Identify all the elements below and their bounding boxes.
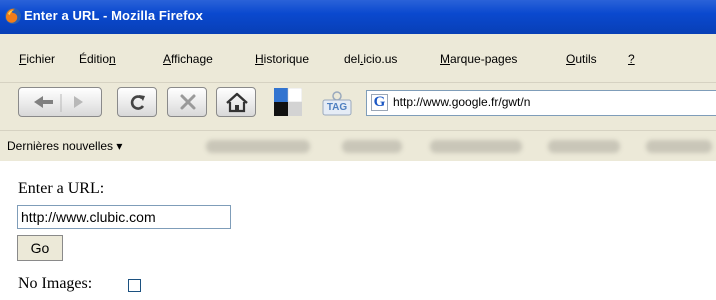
google-favicon: G: [371, 94, 388, 111]
stop-icon: [180, 94, 196, 110]
back-forward-icon: [34, 94, 83, 112]
title-bar: Enter a URL - Mozilla Firefox: [0, 0, 716, 34]
delicious-icon[interactable]: [274, 88, 302, 116]
no-images-checkbox[interactable]: [128, 279, 141, 292]
menu-text: del: [344, 52, 361, 66]
menu-accel: n: [109, 52, 116, 66]
menu-outils[interactable]: Outils: [566, 52, 597, 66]
blurred-bookmark[interactable]: [342, 140, 402, 153]
blurred-bookmark[interactable]: [548, 140, 620, 153]
menu-affichage[interactable]: Affichage: [163, 52, 213, 66]
reload-icon: [130, 95, 145, 110]
blurred-bookmark[interactable]: [430, 140, 522, 153]
no-images-label: No Images:: [18, 275, 93, 292]
menu-bar: Fichier Édition Affichage Historique del…: [0, 34, 716, 82]
menu-accel: H: [255, 52, 264, 66]
tag-label: TAG: [326, 102, 348, 113]
blurred-bookmark[interactable]: [646, 140, 712, 153]
address-bar[interactable]: G http://www.google.fr/gwt/n: [366, 90, 716, 116]
favicon-letter: G: [373, 94, 386, 110]
menu-marque-pages[interactable]: Marque-pages: [440, 52, 517, 66]
menu-historique[interactable]: Historique: [255, 52, 309, 66]
menu-text: ffichage: [171, 52, 213, 66]
menu-accel: ?: [628, 52, 635, 66]
bookmarks-toolbar: Dernières nouvelles ▾: [0, 130, 716, 162]
go-button[interactable]: Go: [17, 235, 63, 261]
window-title: Enter a URL - Mozilla Firefox: [24, 8, 203, 23]
firefox-icon: [5, 8, 21, 24]
menu-accel: M: [440, 52, 450, 66]
menu-edition[interactable]: Édition: [79, 52, 116, 66]
url-label: Enter a URL:: [18, 180, 105, 197]
menu-fichier[interactable]: Fichier: [19, 52, 55, 66]
menu-text: utils: [575, 52, 597, 66]
navigation-toolbar: TAG G http://www.google.fr/gwt/n: [0, 82, 716, 131]
menu-text: ichier: [26, 52, 56, 66]
address-url: http://www.google.fr/gwt/n: [393, 95, 531, 109]
menu-help[interactable]: ?: [628, 52, 635, 66]
menu-text: arque-pages: [450, 52, 518, 66]
tag-button[interactable]: TAG: [320, 88, 354, 118]
menu-text: istorique: [263, 52, 310, 66]
menu-delicious[interactable]: del.icio.us: [344, 52, 397, 66]
menu-accel: A: [163, 52, 172, 66]
url-input[interactable]: [17, 205, 231, 229]
page-content: [0, 161, 716, 300]
bookmark-dernieres-nouvelles[interactable]: Dernières nouvelles ▾: [7, 139, 122, 153]
menu-text: icio.us: [363, 52, 398, 66]
stop-button[interactable]: [167, 87, 207, 117]
home-icon: [226, 92, 248, 113]
reload-button[interactable]: [117, 87, 157, 117]
home-button[interactable]: [216, 87, 256, 117]
back-forward-button[interactable]: [18, 87, 102, 117]
menu-accel: O: [566, 52, 576, 66]
menu-text: Éditio: [79, 52, 110, 66]
blurred-bookmark[interactable]: [206, 140, 310, 153]
